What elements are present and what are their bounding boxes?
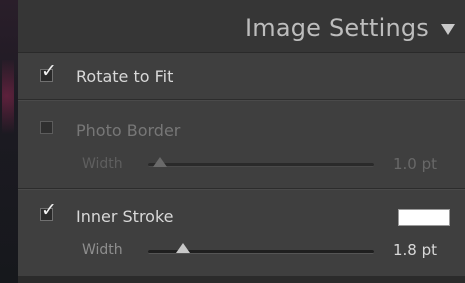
photo-border-width-value[interactable]: 1.0 pt (393, 155, 437, 173)
image-settings-panel: ✓ Rotate to Fit Photo Border Width 1.0 p… (18, 53, 465, 283)
rotate-to-fit-checkbox[interactable]: ✓ (40, 62, 57, 82)
panel-header[interactable]: Image Settings (18, 0, 465, 53)
photo-border-width-slider[interactable] (148, 163, 374, 167)
photo-border-width-label: Width (82, 156, 123, 172)
inner-stroke-checkbox[interactable]: ✓ (40, 201, 57, 221)
checkmark-icon: ✓ (41, 60, 57, 82)
panel-title: Image Settings (244, 14, 429, 42)
inner-stroke-width-label: Width (82, 242, 123, 258)
inner-stroke-width-value[interactable]: 1.8 pt (393, 241, 437, 259)
inner-stroke-color-swatch[interactable] (398, 209, 450, 226)
checkmark-icon: ✓ (41, 199, 57, 221)
rotate-to-fit-row[interactable]: ✓ Rotate to Fit (18, 53, 465, 99)
rotate-to-fit-label: Rotate to Fit (76, 67, 174, 86)
photo-border-checkbox[interactable] (40, 121, 53, 134)
photo-border-section: Photo Border Width 1.0 pt (18, 101, 465, 188)
inner-stroke-slider-thumb[interactable] (175, 243, 190, 253)
background-photo-edge (0, 0, 18, 283)
photo-border-label: Photo Border (76, 121, 181, 140)
photo-border-slider-thumb[interactable] (153, 157, 167, 167)
inner-stroke-label: Inner Stroke (76, 207, 174, 226)
panel-bottom-edge (18, 276, 465, 283)
collapse-triangle-icon[interactable] (441, 24, 455, 35)
inner-stroke-section: ✓ Inner Stroke Width 1.8 pt (18, 190, 465, 276)
